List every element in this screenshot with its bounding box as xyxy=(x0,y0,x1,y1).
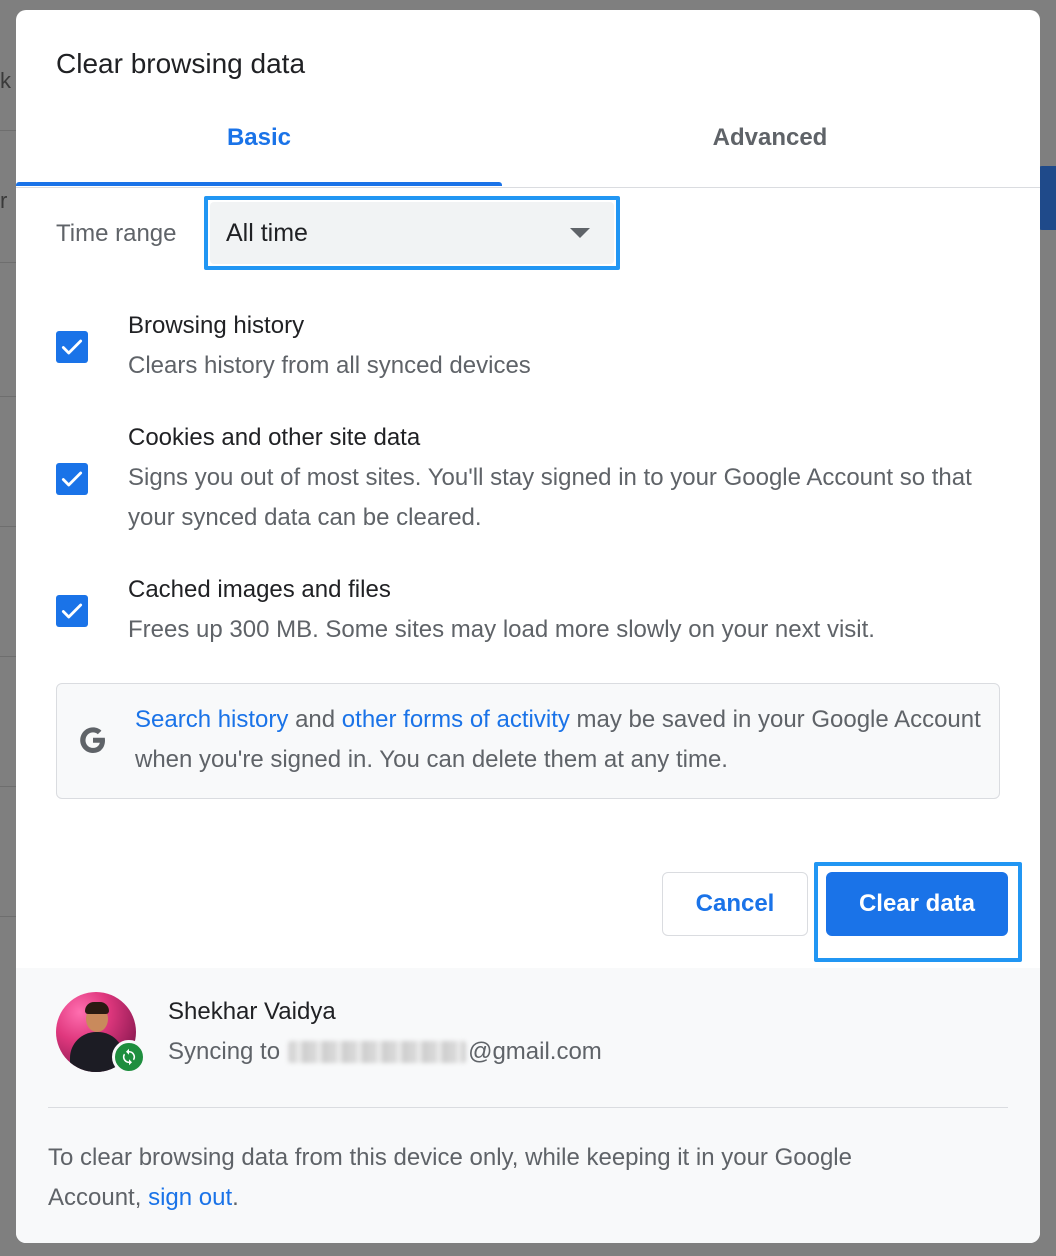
time-range-select[interactable]: All time xyxy=(210,202,614,264)
checkmark-icon xyxy=(61,603,83,619)
option-title: Cookies and other site data xyxy=(128,424,421,451)
tab-advanced[interactable]: Advanced xyxy=(514,110,1026,188)
browsing-history-checkbox[interactable] xyxy=(56,331,88,363)
google-activity-info: Search history and other forms of activi… xyxy=(56,683,1000,799)
cancel-button[interactable]: Cancel xyxy=(662,872,808,936)
redacted-email xyxy=(288,1041,467,1063)
cached-images-checkbox[interactable] xyxy=(56,595,88,627)
sync-status: Syncing to @gmail.com xyxy=(168,1038,602,1066)
search-history-link[interactable]: Search history xyxy=(135,706,288,733)
background-text: r xyxy=(0,188,8,213)
dialog-title: Clear browsing data xyxy=(56,48,306,79)
sync-icon xyxy=(122,1048,136,1066)
footer-text: To clear browsing data from this device … xyxy=(48,1138,948,1218)
google-g-icon xyxy=(80,727,105,753)
account-footer: Shekhar Vaidya Syncing to @gmail.com To … xyxy=(16,968,1040,1243)
footer-divider xyxy=(48,1107,1008,1108)
time-range-label: Time range xyxy=(56,220,177,247)
other-activity-link[interactable]: other forms of activity xyxy=(342,706,570,733)
tab-basic[interactable]: Basic xyxy=(16,110,502,188)
option-description: Signs you out of most sites. You'll stay… xyxy=(128,464,972,531)
cookies-checkbox[interactable] xyxy=(56,463,88,495)
time-range-value: All time xyxy=(226,218,308,247)
option-description: Clears history from all synced devices xyxy=(128,352,531,379)
checkmark-icon xyxy=(61,471,83,487)
account-name: Shekhar Vaidya xyxy=(168,998,336,1025)
background-text: k xyxy=(0,68,11,93)
clear-data-button[interactable]: Clear data xyxy=(826,872,1008,936)
info-and: and xyxy=(288,706,342,733)
avatar-hair xyxy=(85,1002,109,1014)
tab-bar: Basic Advanced xyxy=(16,110,1040,188)
info-text: Search history and other forms of activi… xyxy=(135,700,985,780)
option-title: Browsing history xyxy=(128,312,305,339)
option-title: Cached images and files xyxy=(128,576,391,603)
sync-prefix: Syncing to xyxy=(168,1038,281,1065)
sync-badge xyxy=(112,1040,146,1074)
option-description: Frees up 300 MB. Some sites may load mor… xyxy=(128,616,875,643)
active-tab-indicator xyxy=(16,182,502,186)
footer-period: . xyxy=(232,1184,239,1211)
background-button xyxy=(1038,166,1056,230)
email-suffix: @gmail.com xyxy=(468,1038,602,1065)
clear-browsing-data-dialog: Clear browsing data Basic Advanced Time … xyxy=(16,10,1040,1243)
checkmark-icon xyxy=(61,339,83,355)
sign-out-link[interactable]: sign out xyxy=(148,1184,232,1211)
dropdown-arrow-icon xyxy=(570,228,590,238)
